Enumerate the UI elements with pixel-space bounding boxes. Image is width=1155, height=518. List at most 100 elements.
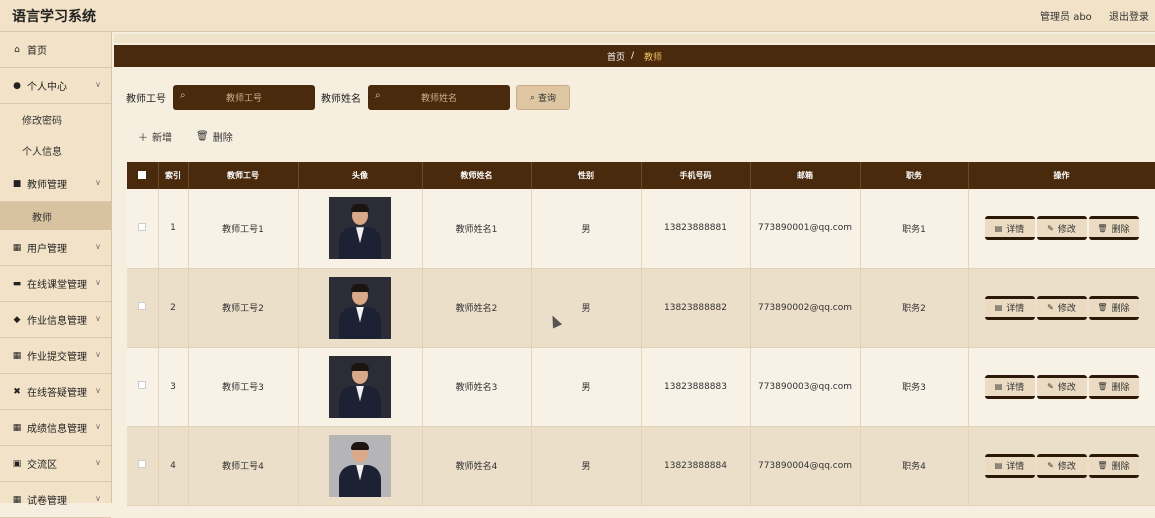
grid-icon: ▦ [12,494,22,505]
delete-button-label: 删除 [1111,462,1130,472]
trash-icon: 🗑 [1097,223,1108,233]
select-all-checkbox[interactable] [138,170,147,179]
sidebar-item[interactable]: ▦ 用户管理 ∨ [0,230,111,266]
cell-avatar [298,347,423,427]
action-bar: ＋ 新增 🗑 删除 [138,129,257,144]
sidebar-item[interactable]: ⌂ 首页 [0,32,111,68]
chevron-down-icon: ∨ [95,386,101,395]
detail-button-label: 详情 [1006,383,1025,393]
cell-teacher-id: 教师工号4 [188,426,299,506]
pin-icon: ◆ [13,314,21,325]
sidebar-item[interactable]: ▦ 试卷管理 ∨ [0,482,111,518]
user-name: 管理员 abo [1040,12,1092,23]
message-icon: ▬ [12,278,22,289]
search-icon: ⌕ [529,92,536,103]
sidebar-item[interactable]: ■ 教师管理 ∨ [0,166,111,202]
document-icon: ▤ [994,303,1003,312]
question-icon: ✖ [13,386,21,397]
edit-button-label: 修改 [1057,224,1076,235]
cell-gender: 男 [531,189,642,269]
row-checkbox-cell[interactable] [127,426,159,506]
sidebar-subitem[interactable]: 修改密码 [0,104,111,135]
pencil-icon: ✎ [1047,223,1054,233]
top-bar: 语言学习系统 管理员 abo 退出登录 [0,0,1155,32]
sidebar-subitem-label: 修改密码 [22,116,62,127]
sidebar-item-label: 在线答疑管理 [27,388,87,399]
sidebar-subitem[interactable]: 个人信息 [0,135,111,166]
header-teacher-id: 教师工号 [188,162,299,189]
logout-link[interactable]: 退出登录 [1109,12,1149,23]
chevron-down-icon: ∨ [95,178,101,187]
grid-icon: ▦ [12,422,22,433]
sidebar-item[interactable]: ✖ 在线答疑管理 ∨ [0,374,111,410]
sidebar-subitem-label: 个人信息 [22,147,62,158]
delete-button-label: 删除 [1111,304,1130,314]
cell-position: 职务2 [860,268,969,348]
cell-phone: 13823888881 [641,189,751,269]
document-icon: ▤ [994,223,1003,233]
cell-index: 4 [158,426,189,506]
query-button-label: 查询 [538,94,557,104]
sidebar-item[interactable]: ● 个人中心 ∨ [0,68,111,104]
delete-button[interactable]: 🗑 删除 [1088,374,1139,399]
edit-button[interactable]: ✎ 修改 [1036,216,1087,241]
header-position: 职务 [860,162,969,189]
chevron-down-icon: ∨ [95,80,101,89]
user-area: 管理员 abo 退出登录 [1026,8,1149,23]
cell-email: 773890002@qq.com [750,268,861,348]
pencil-icon: ✎ [1047,382,1054,391]
delete-button[interactable]: 🗑 删除 [1088,216,1139,241]
table-body: 1 教师工号1 教师姓名1 男 13823888881 773890001@qq.com 职… [127,189,1155,506]
row-checkbox[interactable] [138,460,147,468]
edit-button[interactable]: ✎ 修改 [1036,295,1087,320]
row-checkbox[interactable] [138,222,147,231]
app-title: 语言学习系统 [12,9,96,25]
breadcrumb-home[interactable]: 首页 [607,50,625,63]
detail-button[interactable]: ▤ 详情 [984,453,1035,478]
sidebar-item[interactable]: ▦ 成绩信息管理 ∨ [0,410,111,446]
sidebar-subitem[interactable]: 教师 [0,202,111,230]
row-checkbox-cell[interactable] [127,347,159,427]
teacher-name-placeholder: 教师姓名 [420,94,457,104]
teacher-id-input[interactable]: ⌕ 教师工号 [173,85,315,110]
row-checkbox-cell[interactable] [127,189,159,269]
sidebar-item[interactable]: ▬ 在线课堂管理 ∨ [0,266,111,302]
add-button[interactable]: ＋ 新增 [138,129,172,144]
row-checkbox-cell[interactable] [127,268,159,348]
delete-button-label: 删除 [1111,383,1130,393]
sidebar-item[interactable]: ▦ 作业提交管理 ∨ [0,338,111,374]
delete-button[interactable]: 🗑 删除 [1088,453,1139,478]
trash-icon: 🗑 [1097,461,1108,470]
delete-button-label: 删除 [1111,224,1130,235]
delete-button[interactable]: 🗑 删除 [1088,295,1139,320]
chevron-down-icon: ∨ [95,494,101,503]
sidebar-subitem-label: 教师 [32,212,52,224]
teacher-id-placeholder: 教师工号 [225,94,262,104]
edit-button[interactable]: ✎ 修改 [1036,453,1087,478]
detail-button[interactable]: ▤ 详情 [984,216,1035,241]
row-checkbox[interactable] [138,381,147,389]
row-checkbox[interactable] [138,302,147,310]
teacher-name-input[interactable]: ⌕ 教师姓名 [368,85,510,110]
sidebar-item-label: 个人中心 [27,82,67,93]
sidebar-item[interactable]: ◆ 作业信息管理 ∨ [0,302,111,338]
batch-delete-button[interactable]: 🗑 删除 [196,129,233,144]
query-button[interactable]: ⌕ 查询 [516,85,570,110]
select-all-cell[interactable] [127,162,159,189]
detail-button[interactable]: ▤ 详情 [984,295,1035,320]
pencil-icon: ✎ [1047,303,1054,312]
cell-actions: ▤ 详情 ✎ 修改 🗑 删除 [968,347,1155,427]
sidebar-item[interactable]: ▣ 交流区 ∨ [0,446,111,482]
sidebar-item-label: 用户管理 [27,244,67,255]
teacher-table: 索引 教师工号 头像 教师姓名 性别 手机号码 邮箱 职务 操作 1 教师工号1 教… [127,162,1155,506]
cell-actions: ▤ 详情 ✎ 修改 🗑 删除 [968,426,1155,506]
detail-button[interactable]: ▤ 详情 [984,374,1035,399]
main-content: 首页 / 教师 教师工号 ⌕ 教师工号 教师姓名 ⌕ 教师姓名 ⌕ 查询 ＋ 新… [112,32,1155,506]
briefcase-icon: ■ [12,178,22,189]
edit-button[interactable]: ✎ 修改 [1036,374,1087,399]
teacher-id-label: 教师工号 [126,94,166,105]
cell-position: 职务3 [860,347,969,427]
add-button-label: 新增 [152,133,172,144]
document-icon: ▤ [994,382,1003,391]
table-row: 3 教师工号3 教师姓名3 男 13823888883 773890003@qq.com 职… [127,347,1155,427]
